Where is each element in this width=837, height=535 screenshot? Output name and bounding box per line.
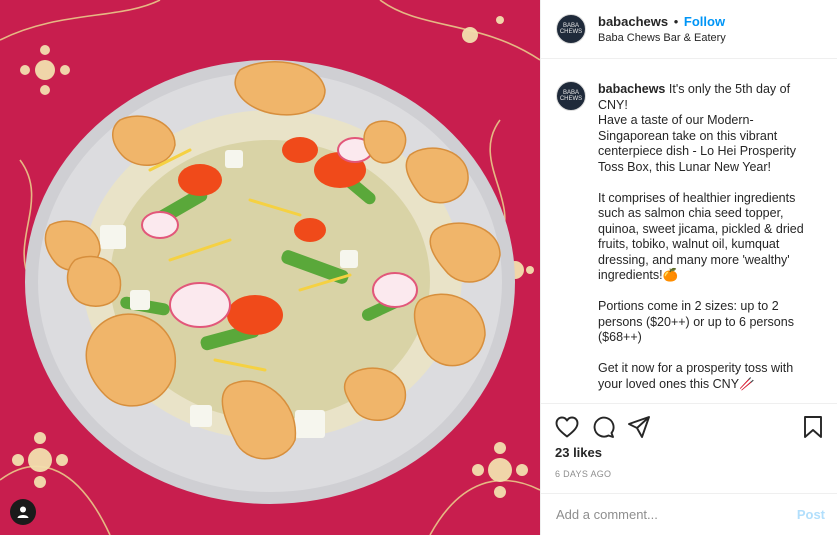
caption-avatar[interactable]: BABA CHEWS <box>556 81 586 111</box>
post-date[interactable]: 6 DAYS AGO <box>555 469 825 479</box>
tagged-user-icon[interactable] <box>10 499 36 525</box>
comment-bar: Post <box>541 493 837 535</box>
caption-username[interactable]: babachews <box>598 82 665 96</box>
avatar-text: BABA CHEWS <box>559 90 583 102</box>
action-section: 23 likes 6 DAYS AGO <box>541 403 837 479</box>
post-header: BABA CHEWS babachews • Follow Baba Chews… <box>541 0 837 59</box>
action-icons <box>555 412 825 442</box>
post-dialog: BABA CHEWS babachews • Follow Baba Chews… <box>0 0 837 535</box>
username-link[interactable]: babachews <box>598 14 668 29</box>
separator-dot: • <box>673 13 679 29</box>
post-button[interactable]: Post <box>797 507 825 522</box>
bookmark-icon[interactable] <box>801 415 825 439</box>
caption-paragraph-4: Get it now for a prosperity toss with yo… <box>598 361 797 391</box>
likes-count[interactable]: 23 likes <box>555 445 825 460</box>
caption-paragraph-1: babachews It's only the 5th day of CNY! … <box>598 82 818 175</box>
heart-icon[interactable] <box>555 415 579 439</box>
salad-photo <box>0 0 540 535</box>
share-icon[interactable] <box>627 415 651 439</box>
follow-button[interactable]: Follow <box>684 14 725 29</box>
caption-text: babachews It's only the 5th day of CNY! … <box>598 82 818 403</box>
caption-paragraph-3: Portions come in 2 sizes: up to 2 person… <box>598 299 798 344</box>
comment-icon[interactable] <box>591 415 615 439</box>
location-link[interactable]: Baba Chews Bar & Eatery <box>598 31 726 45</box>
comments-area[interactable]: BABA CHEWS babachews It's only the 5th d… <box>541 60 837 403</box>
caption-paragraph-2: It comprises of healthier ingredients su… <box>598 190 808 283</box>
post-sidebar: BABA CHEWS babachews • Follow Baba Chews… <box>540 0 837 535</box>
comment-input[interactable] <box>556 507 797 522</box>
avatar[interactable]: BABA CHEWS <box>556 14 586 44</box>
post-image[interactable] <box>0 0 540 535</box>
avatar-text: BABA CHEWS <box>559 23 583 35</box>
